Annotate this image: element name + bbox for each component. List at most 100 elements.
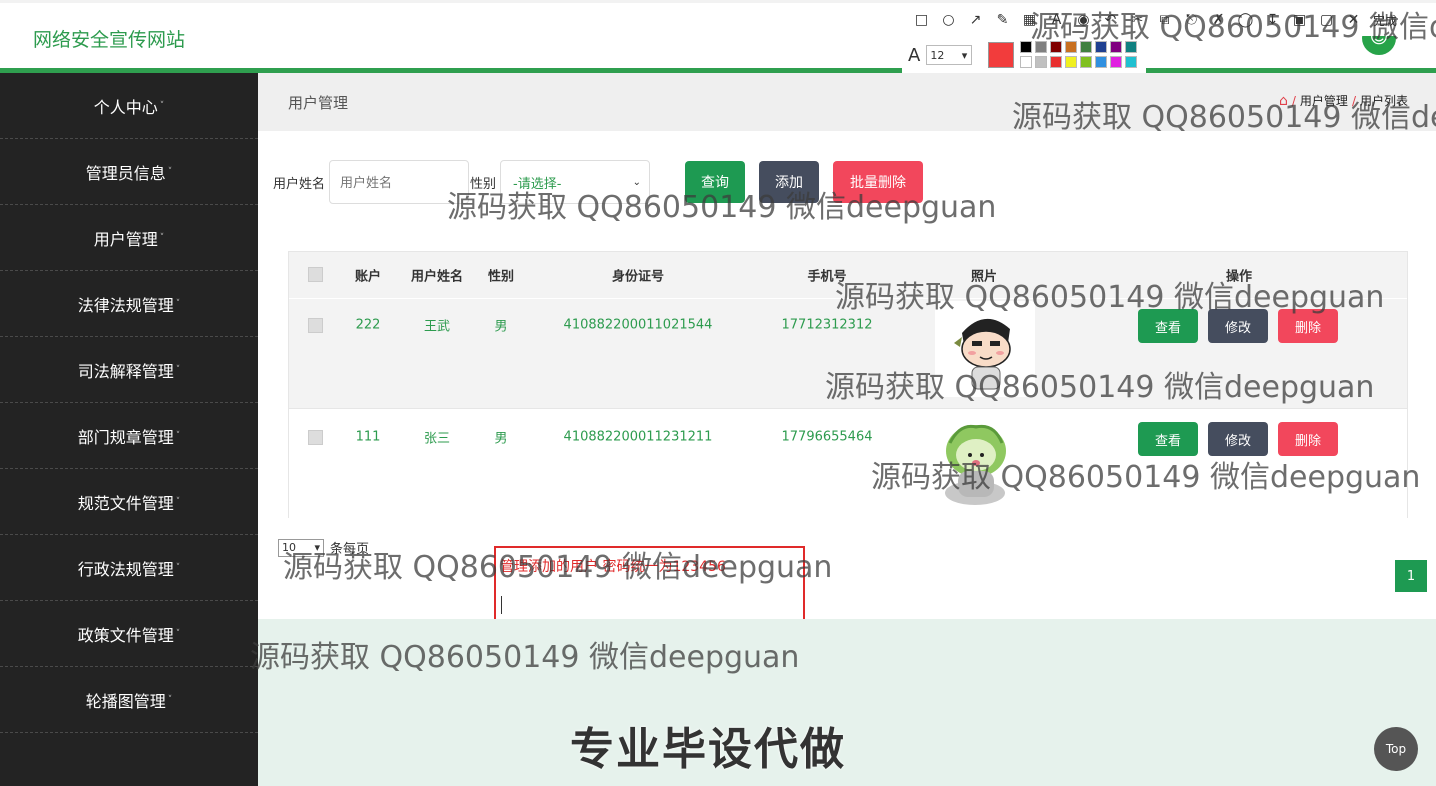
- account-cell: 111: [355, 429, 381, 445]
- sidebar-item[interactable]: 法律法规管理 ˅: [0, 271, 258, 337]
- row-checkbox[interactable]: [308, 430, 323, 445]
- color-swatch[interactable]: [1125, 41, 1138, 53]
- gender-select[interactable]: -请选择- ⌄: [500, 160, 651, 204]
- color-swatch[interactable]: [1020, 56, 1033, 68]
- gender-select-value: -请选择-: [513, 176, 562, 192]
- chevron-down-icon: ▾: [961, 48, 968, 62]
- color-swatch[interactable]: [1065, 56, 1078, 68]
- screenshot-properties: A 12 ▾: [902, 36, 1146, 74]
- view-button[interactable]: 查看: [1138, 309, 1198, 343]
- fullscreen-icon[interactable]: ▢: [1315, 9, 1338, 31]
- marker-icon[interactable]: ◉: [1072, 9, 1095, 31]
- sidebar-item[interactable]: 轮播图管理 ˅: [0, 667, 258, 733]
- column-header: 性别: [487, 269, 515, 285]
- edit-button[interactable]: 修改: [1208, 309, 1268, 343]
- table-row: 222 王武 男 410882200011021544 17712312312: [289, 298, 1407, 408]
- site-title[interactable]: 网络安全宣传网站: [33, 25, 185, 52]
- sidebar-item-label: 行政法规管理: [77, 559, 174, 579]
- table-header: 账户 用户姓名 性别 身份证号 手机号 照片 操作: [289, 252, 1407, 298]
- search-form: 用户姓名 性别 -请选择- ⌄ 查询 添加 批量删除: [273, 160, 924, 204]
- brush-icon[interactable]: ✗: [1207, 9, 1230, 31]
- done-button[interactable]: 完成: [1373, 12, 1397, 29]
- select-all-checkbox[interactable]: [308, 267, 323, 282]
- font-size-select[interactable]: 12 ▾: [926, 45, 973, 65]
- delete-button[interactable]: 删除: [1278, 309, 1338, 343]
- color-swatch[interactable]: [1050, 41, 1063, 53]
- undo-icon[interactable]: ↶: [1099, 9, 1122, 31]
- sidebar-item[interactable]: 用户管理 ˅: [0, 205, 258, 271]
- color-swatch[interactable]: [1095, 56, 1108, 68]
- name-input[interactable]: [329, 160, 470, 204]
- color-swatch[interactable]: [1080, 56, 1093, 68]
- pin-icon[interactable]: ⎋: [1180, 9, 1203, 31]
- breadcrumb-separator: /: [1291, 93, 1296, 108]
- save-icon[interactable]: ▣: [1288, 9, 1311, 31]
- color-swatch[interactable]: [1050, 56, 1063, 68]
- current-color-swatch[interactable]: [988, 42, 1015, 68]
- sidebar-item-label: 轮播图管理: [85, 691, 166, 711]
- copy-icon[interactable]: ⧉: [1153, 9, 1176, 31]
- breadcrumb-item[interactable]: 用户管理: [1300, 92, 1348, 109]
- column-header: 手机号: [807, 269, 847, 285]
- home-icon[interactable]: ⌂: [1279, 93, 1288, 109]
- sidebar-item[interactable]: 司法解释管理 ˅: [0, 337, 258, 403]
- back-to-top-button[interactable]: Top: [1374, 727, 1418, 771]
- close-icon[interactable]: ✕: [1342, 9, 1365, 31]
- sidebar-item[interactable]: 行政法规管理 ˅: [0, 535, 258, 601]
- color-swatch[interactable]: [1125, 56, 1138, 68]
- text-icon[interactable]: A: [1045, 9, 1068, 31]
- chevron-down-icon: ˅: [167, 166, 173, 177]
- ellipse-icon[interactable]: ○: [937, 9, 960, 31]
- chevron-down-icon: ˅: [167, 694, 173, 705]
- page-size-control: 10 ▾ 条每页: [278, 538, 369, 557]
- user-table: 账户 用户姓名 性别 身份证号 手机号 照片 操作 222 王武 男 41088…: [288, 251, 1408, 518]
- cartoon-boy-photo: [935, 301, 1035, 397]
- phone-cell: 17796655464: [781, 429, 873, 445]
- text-cursor: [501, 596, 502, 614]
- query-button[interactable]: 查询: [685, 161, 746, 203]
- view-button[interactable]: 查看: [1138, 422, 1198, 456]
- page-size-select[interactable]: 10 ▾: [278, 538, 324, 557]
- download-icon[interactable]: ↧: [1261, 9, 1284, 31]
- breadcrumb-bar: 用户管理 ⌂ / 用户管理 / 用户列表: [258, 73, 1436, 131]
- record-icon[interactable]: ◯: [1234, 9, 1257, 31]
- edit-button[interactable]: 修改: [1208, 422, 1268, 456]
- color-swatch[interactable]: [1065, 41, 1078, 53]
- sidebar-item[interactable]: 政策文件管理 ˅: [0, 601, 258, 667]
- footer-band: [258, 619, 1436, 786]
- color-swatch[interactable]: [1110, 56, 1123, 68]
- gender-cell: 男: [494, 431, 508, 447]
- mosaic-icon[interactable]: ▦: [1018, 9, 1041, 31]
- sidebar-item[interactable]: 部门规章管理 ˅: [0, 403, 258, 469]
- color-swatch[interactable]: [1020, 41, 1033, 53]
- cut-icon[interactable]: ✂: [1126, 9, 1149, 31]
- color-swatch[interactable]: [1095, 41, 1108, 53]
- breadcrumb-separator: /: [1351, 93, 1356, 108]
- sidebar-item[interactable]: 个人中心 ˅: [0, 73, 258, 139]
- sidebar: 个人中心 ˅ 管理员信息 ˅ 用户管理 ˅ 法律法规管理 ˅ 司法解释管理 ˅ 部门规章管理 ˅ 规范文…: [0, 73, 258, 786]
- batch-delete-button[interactable]: 批量删除: [833, 161, 924, 203]
- name-cell: 王武: [423, 319, 451, 335]
- page-number-button[interactable]: 1: [1395, 560, 1427, 592]
- row-checkbox[interactable]: [308, 318, 323, 333]
- account-cell: 222: [355, 317, 381, 333]
- column-header: 照片: [970, 269, 998, 285]
- chevron-down-icon: ˅: [159, 232, 165, 243]
- sidebar-item[interactable]: 管理员信息 ˅: [0, 139, 258, 205]
- color-swatch[interactable]: [1080, 41, 1093, 53]
- name-label: 用户姓名: [273, 176, 326, 192]
- color-swatch[interactable]: [1035, 41, 1048, 53]
- chevron-down-icon: ˅: [175, 430, 181, 441]
- add-button[interactable]: 添加: [759, 161, 820, 203]
- color-swatch[interactable]: [1110, 41, 1123, 53]
- delete-button[interactable]: 删除: [1278, 422, 1338, 456]
- font-icon: A: [908, 44, 921, 66]
- chevron-down-icon: ˅: [175, 298, 181, 309]
- arrow-icon[interactable]: ↗: [964, 9, 987, 31]
- sidebar-item[interactable]: 规范文件管理 ˅: [0, 469, 258, 535]
- chevron-down-icon: ˅: [175, 628, 181, 639]
- pen-icon[interactable]: ✎: [991, 9, 1014, 31]
- color-swatch[interactable]: [1035, 56, 1048, 68]
- phone-cell: 17712312312: [781, 317, 873, 333]
- rect-icon[interactable]: □: [910, 9, 933, 31]
